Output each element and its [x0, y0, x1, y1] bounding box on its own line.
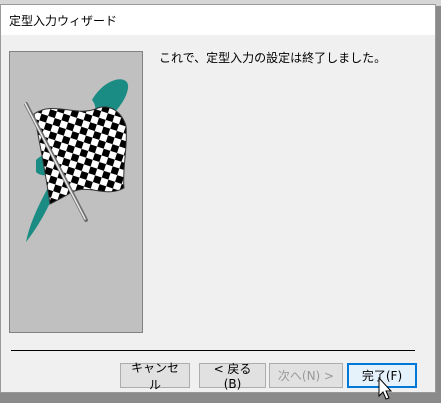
- wizard-dialog: 定型入力ウィザード これで、定型入力の設定は終了しました。 キャンセル < 戻る…: [0, 4, 436, 393]
- mouse-cursor-icon: [378, 377, 393, 400]
- title-bar[interactable]: 定型入力ウィザード: [1, 5, 435, 35]
- checkered-flag-icon: [24, 79, 129, 242]
- completion-message: これで、定型入力の設定は終了しました。: [159, 51, 387, 65]
- window-title: 定型入力ウィザード: [9, 14, 118, 28]
- separator-line: [11, 350, 415, 351]
- cancel-button[interactable]: キャンセル: [120, 361, 190, 392]
- next-button[interactable]: 次へ(N) >: [269, 363, 343, 388]
- back-button[interactable]: < 戻る(B): [199, 362, 266, 391]
- wizard-image-panel: [9, 51, 143, 333]
